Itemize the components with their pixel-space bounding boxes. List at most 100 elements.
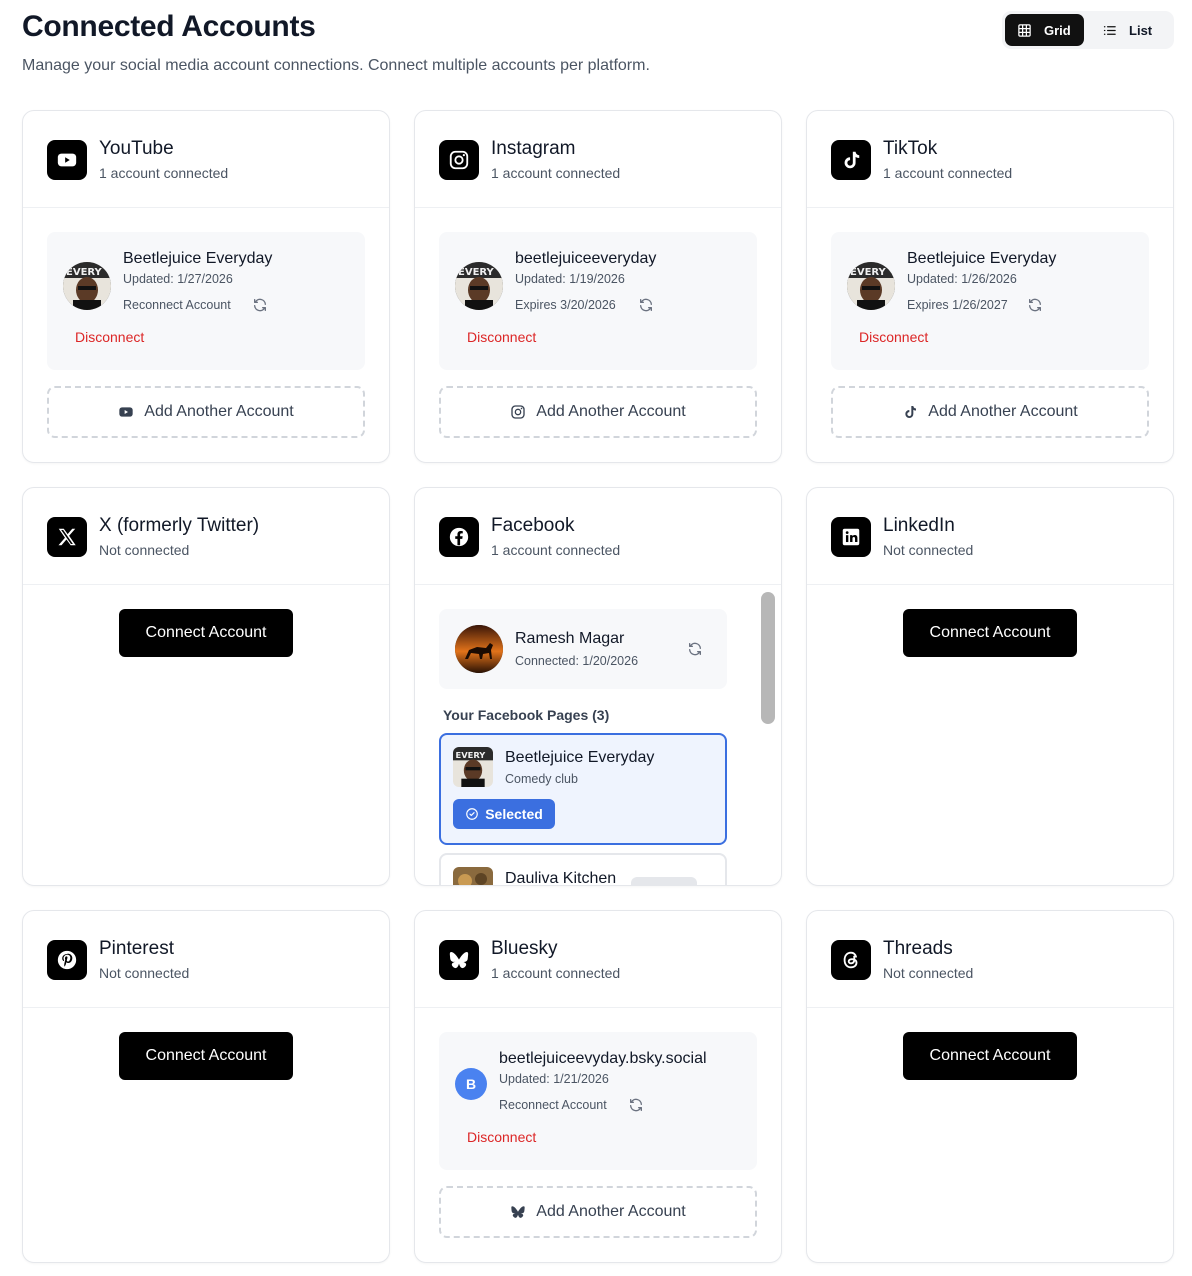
avatar: [455, 625, 503, 673]
connect-account-button[interactable]: Connect Account: [119, 609, 293, 657]
connect-account-button[interactable]: Connect Account: [903, 609, 1077, 657]
connected-account: Beetlejuice Everyday Updated: 1/27/2026 …: [47, 232, 365, 370]
page-thumbnail: [453, 867, 493, 885]
account-name: beetlejuiceevyday.bsky.social: [499, 1050, 707, 1067]
facebook-scroll-area[interactable]: Ramesh Magar Connected: 1/20/2026 Your F…: [415, 586, 781, 886]
threads-card: Threads Not connected Connect Account: [806, 910, 1174, 1263]
check-circle-icon: [465, 807, 479, 821]
x-card: X (formerly Twitter) Not connected Conne…: [22, 487, 390, 886]
tiktok-icon: [831, 140, 871, 180]
connection-status: Not connected: [99, 542, 190, 558]
instagram-icon: [439, 140, 479, 180]
platform-name: LinkedIn: [883, 515, 955, 536]
connected-account: Beetlejuice Everyday Updated: 1/26/2026 …: [831, 232, 1149, 370]
refresh-icon[interactable]: [1027, 297, 1043, 313]
connection-status: 1 account connected: [491, 165, 621, 181]
page-title: Connected Accounts: [22, 10, 316, 43]
disconnect-button[interactable]: Disconnect: [467, 329, 536, 345]
facebook-user-name: Ramesh Magar: [515, 630, 625, 647]
add-another-label: Add Another Account: [144, 403, 294, 420]
refresh-icon[interactable]: [252, 297, 268, 313]
avatar: B: [455, 1068, 487, 1100]
list-view-button[interactable]: List: [1088, 14, 1171, 46]
avatar: [847, 262, 895, 310]
connected-account: B beetlejuiceevyday.bsky.social Updated:…: [439, 1032, 757, 1170]
refresh-icon[interactable]: [628, 1097, 644, 1113]
connection-status: 1 account connected: [883, 165, 1013, 181]
facebook-page-item[interactable]: Dauliva Kitchen Select: [439, 853, 727, 886]
add-another-label: Add Another Account: [928, 403, 1078, 420]
avatar: [455, 262, 503, 310]
account-name: Beetlejuice Everyday: [907, 250, 1057, 267]
pinterest-card: Pinterest Not connected Connect Account: [22, 910, 390, 1263]
card-header: Pinterest Not connected: [23, 911, 389, 1008]
facebook-connected-date: Connected: 1/20/2026: [515, 654, 639, 668]
account-updated: Updated: 1/26/2026: [907, 272, 1017, 286]
connection-status: 1 account connected: [99, 165, 229, 181]
linkedin-icon: [831, 517, 871, 557]
bluesky-card: Bluesky 1 account connected B beetlejuic…: [414, 910, 782, 1263]
facebook-card: Facebook 1 account connected Ramesh Maga…: [414, 487, 782, 886]
connect-account-button[interactable]: Connect Account: [903, 1032, 1077, 1080]
page-name: Dauliva Kitchen: [505, 870, 617, 886]
selected-label: Selected: [485, 806, 543, 822]
select-button[interactable]: Select: [631, 877, 697, 885]
disconnect-button[interactable]: Disconnect: [859, 329, 928, 345]
account-updated: Updated: 1/27/2026: [123, 272, 233, 286]
expiry-text: Expires 3/20/2026: [515, 298, 616, 312]
page-category: Comedy club: [505, 772, 578, 786]
account-updated: Updated: 1/21/2026: [499, 1072, 609, 1086]
card-header: Facebook 1 account connected: [415, 488, 781, 585]
youtube-icon: [47, 140, 87, 180]
youtube-card: YouTube 1 account connected Beetlejuice …: [22, 110, 390, 463]
connect-account-button[interactable]: Connect Account: [119, 1032, 293, 1080]
facebook-page-item[interactable]: Beetlejuice Everyday Comedy club Selecte…: [439, 733, 727, 845]
account-name: beetlejuiceeveryday: [515, 250, 657, 267]
threads-icon: [831, 940, 871, 980]
connection-status: Not connected: [99, 965, 190, 981]
platform-name: Pinterest: [99, 938, 174, 959]
card-header: Threads Not connected: [807, 911, 1173, 1008]
list-icon: [1103, 25, 1116, 35]
card-header: Bluesky 1 account connected: [415, 911, 781, 1008]
grid-view-button[interactable]: Grid: [1005, 14, 1085, 46]
platform-name: X (formerly Twitter): [99, 515, 260, 536]
youtube-icon: [118, 404, 134, 420]
disconnect-button[interactable]: Disconnect: [75, 329, 144, 345]
connection-status: 1 account connected: [491, 965, 621, 981]
add-another-account-button[interactable]: Add Another Account: [831, 386, 1149, 438]
grid-view-label: Grid: [1044, 22, 1071, 38]
bluesky-icon: [439, 940, 479, 980]
platform-name: TikTok: [883, 138, 938, 159]
connection-status: Not connected: [883, 542, 974, 558]
instagram-icon: [510, 404, 526, 420]
tiktok-icon: [902, 404, 918, 420]
refresh-icon[interactable]: [638, 297, 654, 313]
x-icon: [47, 517, 87, 557]
add-another-account-button[interactable]: Add Another Account: [47, 386, 365, 438]
add-another-label: Add Another Account: [536, 403, 686, 420]
platform-name: Bluesky: [491, 938, 558, 959]
reconnect-link[interactable]: Reconnect Account: [123, 298, 231, 312]
linkedin-card: LinkedIn Not connected Connect Account: [806, 487, 1174, 886]
add-another-account-button[interactable]: Add Another Account: [439, 386, 757, 438]
add-another-account-button[interactable]: Add Another Account: [439, 1186, 757, 1238]
account-name: Beetlejuice Everyday: [123, 250, 273, 267]
reconnect-link[interactable]: Reconnect Account: [499, 1098, 607, 1112]
facebook-pages-title: Your Facebook Pages (3): [443, 707, 610, 723]
platform-name: Facebook: [491, 515, 575, 536]
platform-name: YouTube: [99, 138, 174, 159]
card-header: Instagram 1 account connected: [415, 111, 781, 208]
instagram-card: Instagram 1 account connected beetlejuic…: [414, 110, 782, 463]
tiktok-card: TikTok 1 account connected Beetlejuice E…: [806, 110, 1174, 463]
selected-button[interactable]: Selected: [453, 799, 555, 829]
disconnect-button[interactable]: Disconnect: [467, 1129, 536, 1145]
card-header: LinkedIn Not connected: [807, 488, 1173, 585]
refresh-icon[interactable]: [687, 641, 703, 657]
bluesky-icon: [510, 1204, 526, 1220]
platform-name: Threads: [883, 938, 953, 959]
connection-status: Not connected: [883, 965, 974, 981]
scrollbar-thumb[interactable]: [761, 592, 775, 724]
connected-account: beetlejuiceeveryday Updated: 1/19/2026 E…: [439, 232, 757, 370]
add-another-label: Add Another Account: [536, 1203, 686, 1220]
